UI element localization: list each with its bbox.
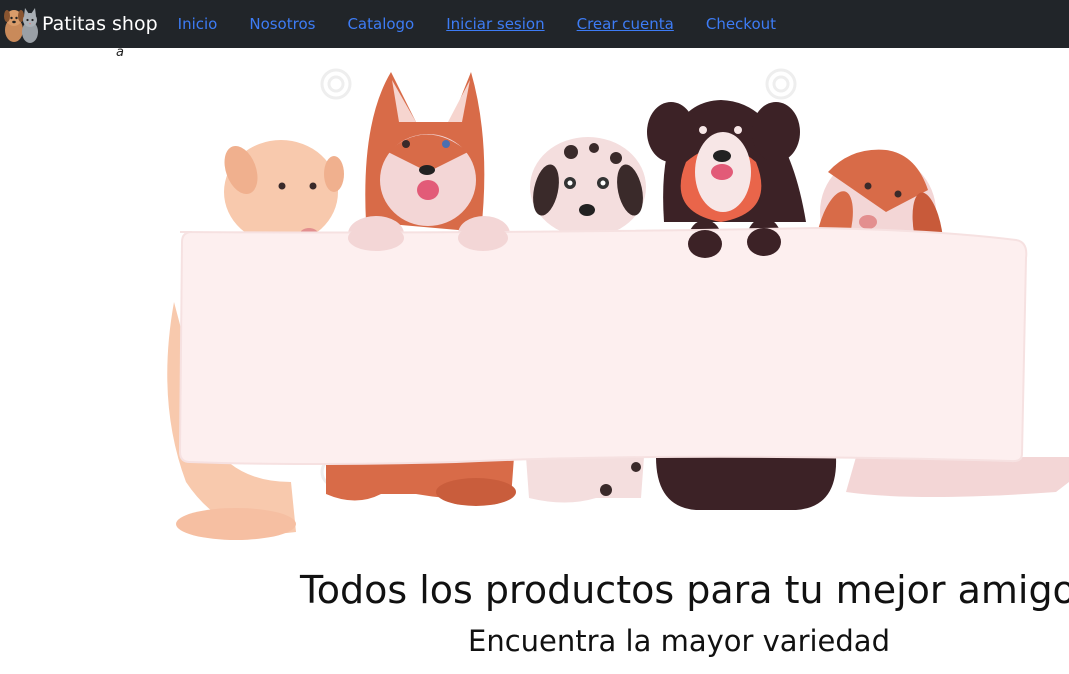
nav-link-checkout[interactable]: Checkout xyxy=(706,15,776,33)
nav-link-crear-cuenta[interactable]: Crear cuenta xyxy=(577,15,674,33)
top-navbar: Patitas shop Inicio Nosotros Catalogo In… xyxy=(0,0,1069,48)
nav-link-inicio[interactable]: Inicio xyxy=(178,15,218,33)
nav-link-nosotros[interactable]: Nosotros xyxy=(249,15,315,33)
nav-links: Inicio Nosotros Catalogo Iniciar sesion … xyxy=(178,15,808,33)
page-subtitle: Encuentra la mayor variedad xyxy=(468,624,890,658)
nav-link-catalogo[interactable]: Catalogo xyxy=(347,15,414,33)
page-title: Todos los productos para tu mejor amigo xyxy=(300,568,1069,612)
nav-link-iniciar-sesion[interactable]: Iniciar sesion xyxy=(446,15,544,33)
dog-and-cat-logo-icon xyxy=(2,4,40,44)
hero-image xyxy=(116,62,1069,548)
brand-name: Patitas shop xyxy=(42,13,158,35)
stray-text: a xyxy=(116,45,124,60)
brand-link[interactable]: Patitas shop xyxy=(0,0,158,48)
